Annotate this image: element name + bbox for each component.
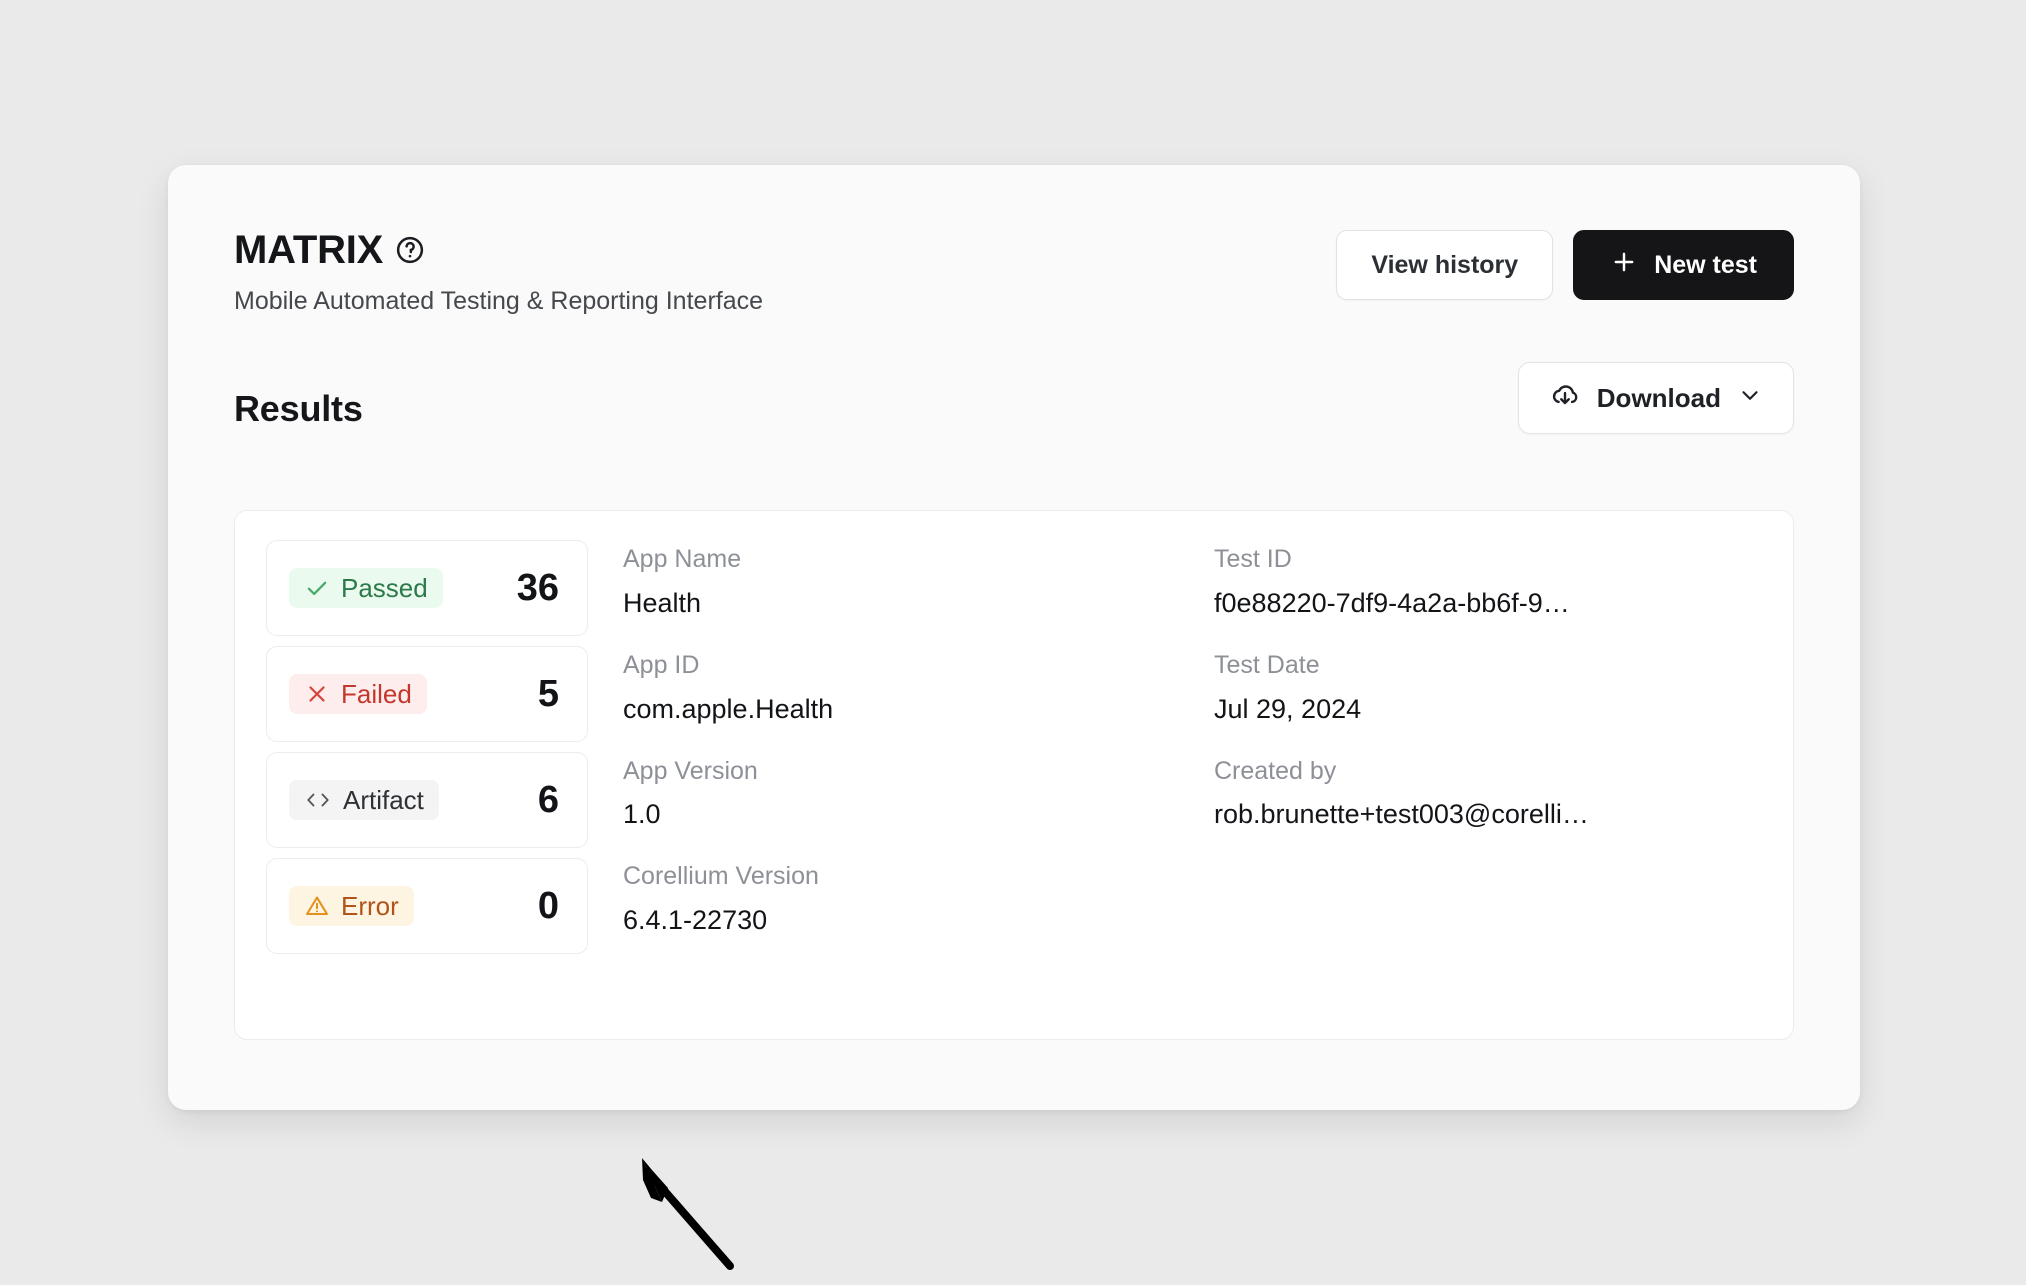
download-label: Download bbox=[1596, 382, 1721, 413]
meta-field: Test ID f0e88220-7df9-4a2a-bb6f-9… bbox=[1214, 545, 1765, 619]
meta-label: App Name bbox=[623, 545, 742, 573]
results-section-title: Results bbox=[234, 388, 363, 429]
status-badge-error: Error bbox=[289, 886, 414, 926]
status-badge-artifact: Artifact bbox=[289, 780, 439, 820]
meta-value: rob.brunette+test003@corelli… bbox=[1214, 799, 1589, 830]
check-icon bbox=[304, 575, 330, 601]
stats-column: Passed 36 Failed 5 Artifact 6 Error 0 bbox=[266, 540, 588, 964]
meta-field: Test Date Jul 29, 2024 bbox=[1214, 651, 1765, 725]
stat-value: 0 bbox=[537, 884, 559, 927]
matrix-app-card: MATRIX Mobile Automated Testing & Report… bbox=[168, 165, 1860, 1270]
stat-value: 5 bbox=[537, 672, 559, 715]
meta-label: Created by bbox=[1214, 756, 1337, 785]
stat-value: 36 bbox=[516, 566, 559, 609]
meta-label: Test ID bbox=[1214, 545, 1292, 573]
status-badge-label: Passed bbox=[341, 573, 428, 603]
stat-value: 6 bbox=[537, 778, 559, 821]
chevron-down-icon bbox=[1737, 382, 1763, 415]
page-subtitle: Mobile Automated Testing & Reporting Int… bbox=[234, 287, 764, 315]
status-badge-passed: Passed bbox=[289, 568, 443, 608]
meta-value: Health bbox=[623, 587, 702, 618]
status-badge-label: Artifact bbox=[343, 785, 424, 815]
new-test-label: New test bbox=[1654, 250, 1757, 279]
stat-row-error[interactable]: Error 0 bbox=[266, 858, 588, 954]
plus-icon bbox=[1610, 248, 1638, 283]
meta-field: Corellium Version 6.4.1-22730 bbox=[623, 862, 1174, 936]
results-card: Passed 36 Failed 5 Artifact 6 Error 0 App Name H… bbox=[234, 510, 1794, 1040]
new-test-button[interactable]: New test bbox=[1573, 230, 1794, 300]
title-block: MATRIX Mobile Automated Testing & Report… bbox=[234, 230, 763, 316]
title-row: MATRIX bbox=[234, 230, 763, 270]
meta-field: App ID com.apple.Health bbox=[623, 651, 1174, 725]
warning-icon bbox=[304, 893, 330, 919]
meta-field: Created by rob.brunette+test003@corelli… bbox=[1214, 757, 1765, 831]
meta-value: f0e88220-7df9-4a2a-bb6f-9… bbox=[1214, 587, 1570, 618]
meta-label: Corellium Version bbox=[623, 862, 819, 891]
test-meta-grid: App Name Health Test ID f0e88220-7df9-4a2a-… bbox=[623, 545, 1765, 968]
stat-row-artifact[interactable]: Artifact 6 bbox=[266, 752, 588, 848]
meta-label: Test Date bbox=[1214, 650, 1320, 679]
header-actions: View history New test bbox=[1336, 230, 1794, 300]
view-history-button[interactable]: View history bbox=[1336, 230, 1554, 300]
meta-value: 1.0 bbox=[623, 799, 661, 830]
status-badge-failed: Failed bbox=[289, 674, 427, 714]
status-badge-label: Failed bbox=[341, 679, 412, 709]
meta-label: App Version bbox=[623, 756, 758, 785]
results-header: Results Download bbox=[234, 362, 1794, 460]
code-icon bbox=[304, 787, 332, 813]
meta-label: App ID bbox=[623, 650, 700, 679]
meta-field: App Version 1.0 bbox=[623, 757, 1174, 831]
status-badge-label: Error bbox=[341, 891, 399, 921]
meta-value: 6.4.1-22730 bbox=[623, 905, 768, 936]
stat-row-passed[interactable]: Passed 36 bbox=[266, 540, 588, 636]
help-circle-icon[interactable] bbox=[395, 235, 425, 265]
stat-row-failed[interactable]: Failed 5 bbox=[266, 646, 588, 742]
page-header: MATRIX Mobile Automated Testing & Report… bbox=[234, 230, 1794, 340]
download-button[interactable]: Download bbox=[1517, 362, 1794, 434]
meta-value: com.apple.Health bbox=[623, 693, 834, 724]
x-icon bbox=[304, 681, 330, 707]
page-title: MATRIX bbox=[234, 228, 384, 272]
meta-field bbox=[1214, 862, 1765, 936]
view-history-label: View history bbox=[1371, 250, 1519, 279]
cloud-download-icon bbox=[1549, 379, 1581, 418]
meta-field: App Name Health bbox=[623, 545, 1174, 619]
arrow-pointer-annotation bbox=[618, 1140, 748, 1280]
meta-value: Jul 29, 2024 bbox=[1214, 693, 1362, 724]
